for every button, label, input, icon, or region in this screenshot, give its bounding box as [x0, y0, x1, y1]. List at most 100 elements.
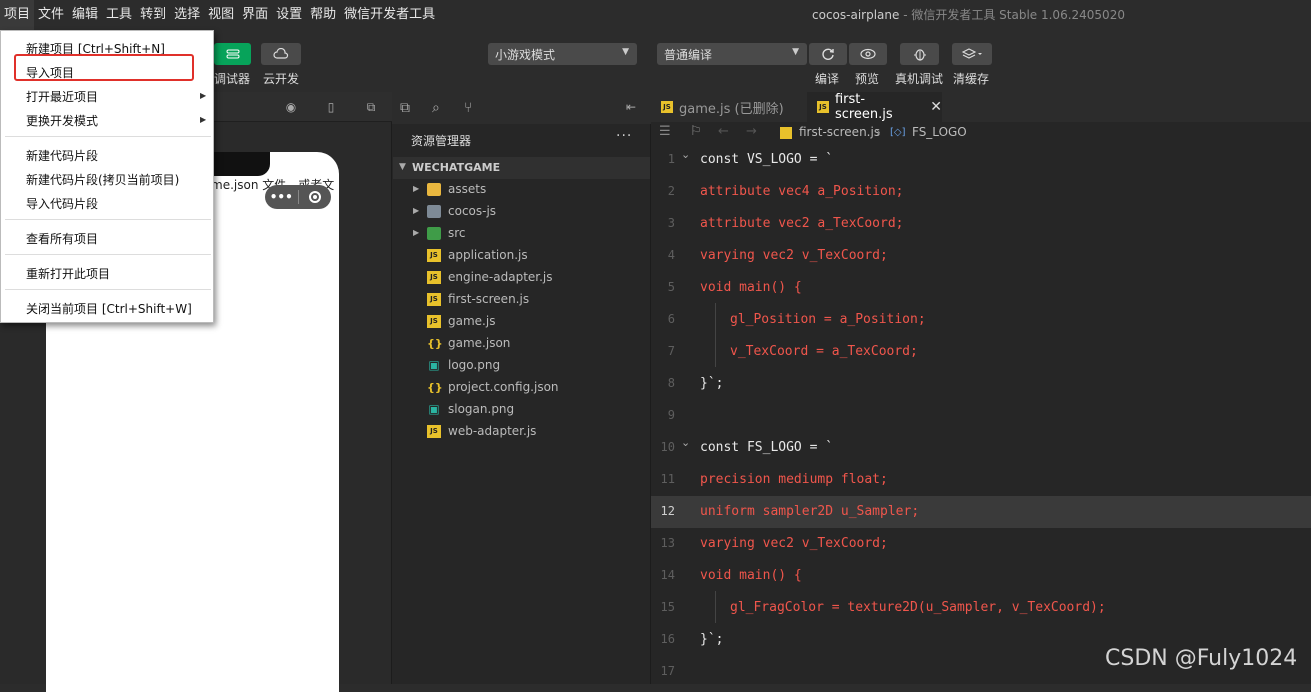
file-row-game-js[interactable]: JS game.js — [393, 311, 650, 333]
close-capsule-icon[interactable] — [298, 191, 331, 203]
menu-settings[interactable]: 设置 — [272, 0, 306, 30]
window-title-project: cocos-airplane — [812, 8, 900, 22]
file-row-src[interactable]: ▶ src — [393, 223, 650, 245]
file-row-cocos-js[interactable]: ▶ cocos-js — [393, 201, 650, 223]
compile-button[interactable] — [809, 43, 847, 65]
close-icon[interactable]: ✕ — [930, 99, 942, 115]
forward-arrow-icon[interactable]: → — [746, 124, 757, 139]
more-icon[interactable]: ••• — [265, 190, 298, 204]
json-file-icon: {} — [427, 337, 443, 350]
folder-icon — [427, 227, 441, 240]
code-text: uniform sampler2D u_Sampler; — [700, 504, 920, 519]
code-text: varying vec2 v_TexCoord; — [700, 248, 888, 263]
mode-select[interactable]: 小游戏模式 ▼ — [488, 43, 637, 65]
menu-item-change-mode[interactable]: 更换开发模式 — [26, 112, 98, 129]
file-row-slogan-png[interactable]: ▣ slogan.png — [393, 399, 650, 421]
file-row-logo-png[interactable]: ▣ logo.png — [393, 355, 650, 377]
line-number: 8 — [667, 376, 675, 390]
file-row-game-json[interactable]: {} game.json — [393, 333, 650, 355]
menu-item-close-project[interactable]: 关闭当前项目 [Ctrl+Shift+W] — [26, 300, 192, 317]
file-row-engine-adapter-js[interactable]: JS engine-adapter.js — [393, 267, 650, 289]
js-file-icon: JS — [661, 101, 673, 113]
code-line[interactable]: 7 v_TexCoord = a_TexCoord; — [651, 336, 1311, 368]
code-line[interactable]: 13 varying vec2 v_TexCoord; — [651, 528, 1311, 560]
menu-view[interactable]: 视图 — [204, 0, 238, 30]
menu-file[interactable]: 文件 — [34, 0, 68, 30]
menu-goto[interactable]: 转到 — [136, 0, 170, 30]
chevron-down-icon[interactable]: ⌄ — [681, 436, 690, 449]
breadcrumb-separator-icon: › — [876, 125, 881, 139]
phone-icon[interactable]: ▯ — [324, 100, 338, 114]
code-text: void main() { — [700, 280, 802, 295]
search-icon[interactable]: ⌕ — [432, 100, 440, 116]
code-line[interactable]: 2 attribute vec4 a_Position; — [651, 176, 1311, 208]
js-file-icon: JS — [427, 315, 441, 328]
js-file-icon — [780, 127, 792, 139]
clear-cache-button[interactable] — [952, 43, 992, 65]
menu-item-all-projects[interactable]: 查看所有项目 — [26, 230, 98, 247]
preview-button[interactable] — [849, 43, 887, 65]
menu-help[interactable]: 帮助 — [306, 0, 340, 30]
code-line[interactable]: 3 attribute vec2 a_TexCoord; — [651, 208, 1311, 240]
menu-tools[interactable]: 工具 — [102, 0, 136, 30]
menu-select[interactable]: 选择 — [170, 0, 204, 30]
menu-item-reopen-project[interactable]: 重新打开此项目 — [26, 265, 110, 282]
code-line[interactable]: 5 void main() { — [651, 272, 1311, 304]
menu-item-new-snippet-copy[interactable]: 新建代码片段(拷贝当前项目) — [26, 171, 179, 188]
collapse-panel-icon[interactable]: ⇤ — [626, 100, 636, 114]
menu-edit[interactable]: 编辑 — [68, 0, 102, 30]
more-actions-icon[interactable]: ··· — [616, 128, 632, 144]
code-line-current[interactable]: 12 uniform sampler2D u_Sampler; — [651, 496, 1311, 528]
file-name: src — [448, 226, 466, 240]
cloud-button[interactable] — [261, 43, 301, 65]
menu-item-import-snippet[interactable]: 导入代码片段 — [26, 195, 98, 212]
file-row-assets[interactable]: ▶ assets — [393, 179, 650, 201]
capsule-menu[interactable]: ••• — [265, 185, 331, 209]
file-row-first-screen-js[interactable]: JS first-screen.js — [393, 289, 650, 311]
device-debug-button[interactable] — [900, 43, 939, 65]
breadcrumb-symbol[interactable]: FS_LOGO — [912, 125, 967, 139]
explorer-title: 资源管理器 — [411, 134, 472, 148]
refresh-icon — [822, 48, 834, 60]
code-line[interactable]: 15 gl_FragColor = texture2D(u_Sampler, v… — [651, 592, 1311, 624]
list-icon[interactable]: ☰ — [659, 124, 671, 139]
debugger-label: 调试器 — [214, 72, 251, 86]
line-number: 9 — [667, 408, 675, 422]
preview-label: 预览 — [855, 72, 880, 86]
code-text: gl_Position = a_Position; — [730, 312, 926, 327]
file-row-web-adapter-js[interactable]: JS web-adapter.js — [393, 421, 650, 443]
files-icon[interactable]: ⧉ — [400, 100, 410, 116]
back-arrow-icon[interactable]: ← — [718, 124, 729, 139]
menu-interface[interactable]: 界面 — [238, 0, 272, 30]
code-line[interactable]: 10 ⌄ const FS_LOGO = ` — [651, 432, 1311, 464]
file-name: assets — [448, 182, 487, 196]
code-line[interactable]: 6 gl_Position = a_Position; — [651, 304, 1311, 336]
file-name: web-adapter.js — [448, 424, 537, 438]
code-line[interactable]: 14 void main() { — [651, 560, 1311, 592]
tab-label: first-screen.js — [834, 92, 893, 122]
chevron-down-icon[interactable]: ⌄ — [681, 148, 690, 161]
code-line[interactable]: 8 }`; — [651, 368, 1311, 400]
code-text: const FS_LOGO = ` — [700, 440, 834, 455]
menu-wechat-devtools[interactable]: 微信开发者工具 — [340, 0, 439, 30]
code-line[interactable]: 11 precision mediump float; — [651, 464, 1311, 496]
file-row-project-config-json[interactable]: {} project.config.json — [393, 377, 650, 399]
code-text: v_TexCoord = a_TexCoord; — [730, 344, 918, 359]
bookmark-icon[interactable]: ⚐ — [690, 124, 702, 139]
menu-project[interactable]: 项目 — [0, 0, 35, 30]
image-file-icon: ▣ — [428, 402, 440, 416]
file-row-application-js[interactable]: JS application.js — [393, 245, 650, 267]
source-control-icon[interactable]: ⑂ — [464, 100, 472, 116]
breadcrumb-file[interactable]: first-screen.js — [799, 125, 880, 139]
tab-game-js[interactable]: JS game.js (已删除) — [651, 92, 806, 122]
code-line[interactable]: 9 — [651, 400, 1311, 432]
debugger-button[interactable] — [214, 43, 251, 65]
menu-item-open-recent[interactable]: 打开最近项目 — [26, 88, 98, 105]
code-line[interactable]: 1 ⌄ const VS_LOGO = ` — [651, 144, 1311, 176]
compile-select[interactable]: 普通编译 ▼ — [657, 43, 807, 65]
menu-item-new-snippet[interactable]: 新建代码片段 — [26, 147, 98, 164]
tab-first-screen-js[interactable]: JS first-screen.js ✕ — [807, 92, 942, 122]
window-icon[interactable]: ⧉ — [364, 100, 378, 114]
code-line[interactable]: 4 varying vec2 v_TexCoord; — [651, 240, 1311, 272]
record-icon[interactable]: ◉ — [284, 100, 298, 114]
